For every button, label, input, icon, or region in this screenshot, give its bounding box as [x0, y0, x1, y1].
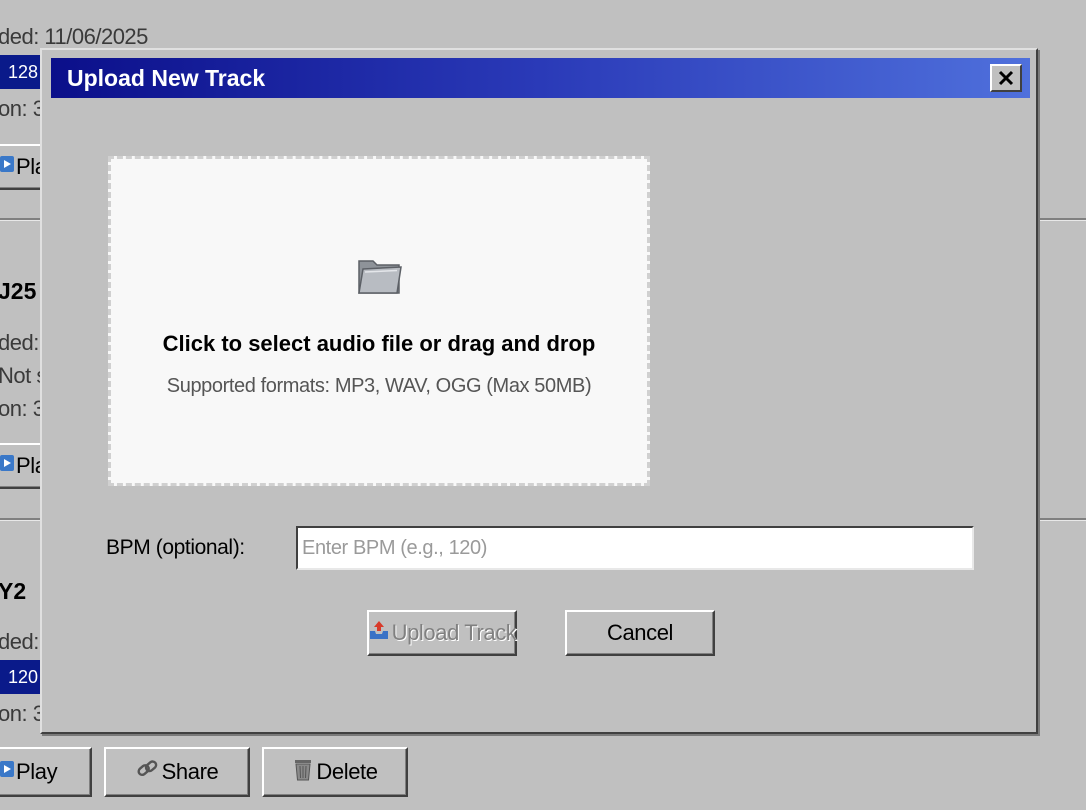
dialog-titlebar[interactable]: Upload New Track: [51, 58, 1030, 98]
dropzone-subtitle: Supported formats: MP3, WAV, OGG (Max 50…: [166, 375, 592, 397]
play-icon: [0, 759, 14, 785]
cancel-label: Cancel: [606, 620, 674, 645]
share-button[interactable]: Share: [104, 747, 250, 797]
play-label: Play: [16, 759, 58, 784]
delete-button[interactable]: Delete: [262, 747, 408, 797]
dialog-title: Upload New Track: [67, 65, 266, 91]
duration-text: on: 3: [0, 701, 45, 726]
duration-text: on: 3: [0, 96, 45, 121]
upload-track-button[interactable]: Upload Track: [367, 610, 517, 656]
file-dropzone[interactable]: Click to select audio file or drag and d…: [108, 156, 650, 486]
dropzone-title: Click to select audio file or drag and d…: [162, 331, 596, 356]
share-label: Share: [161, 759, 219, 784]
close-button[interactable]: [990, 64, 1022, 92]
play-button[interactable]: Play: [0, 747, 92, 797]
delete-label: Delete: [316, 759, 378, 784]
folder-icon: [355, 253, 403, 302]
track-title: Y2: [0, 578, 27, 604]
cancel-button[interactable]: Cancel: [565, 610, 715, 656]
duration-text: on: 3: [0, 396, 45, 421]
play-icon: [0, 453, 14, 479]
upload-icon: [368, 619, 390, 647]
upload-date-text: ded:: [0, 330, 39, 355]
play-icon: [0, 154, 14, 180]
upload-date-text: ded:: [0, 629, 39, 654]
bpm-label: BPM (optional):: [106, 536, 245, 559]
link-icon: [136, 758, 160, 786]
close-icon: [998, 58, 1014, 98]
bpm-input[interactable]: [296, 526, 974, 570]
upload-track-label: Upload Track: [391, 620, 517, 645]
upload-date-text: ded: 11/06/2025: [0, 24, 148, 49]
upload-dialog: Upload New Track Click to select audio f…: [40, 48, 1038, 734]
track-title: J25: [0, 278, 37, 304]
trash-icon: [292, 757, 314, 787]
